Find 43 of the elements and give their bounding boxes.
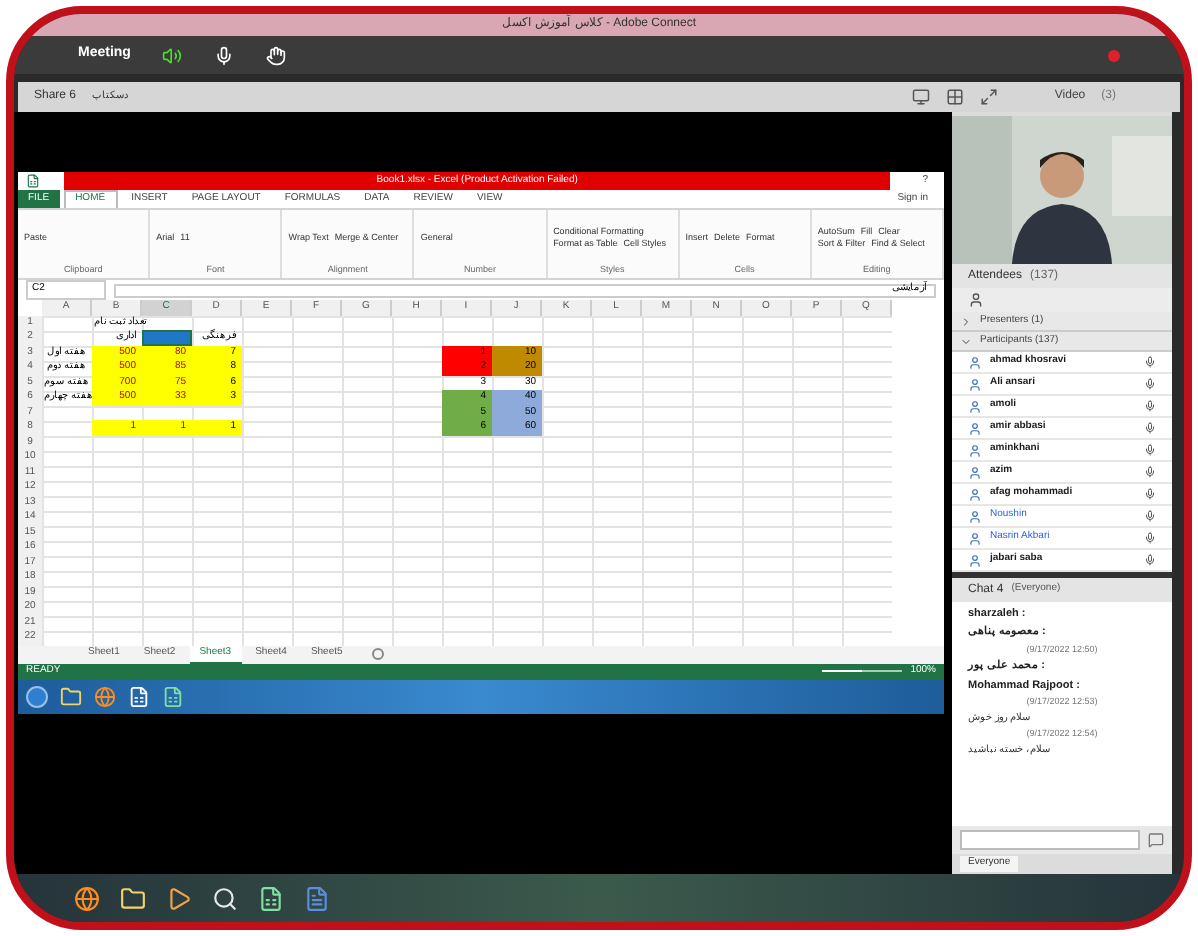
microphone-icon <box>1144 444 1156 456</box>
browser-icon[interactable] <box>94 685 116 707</box>
person-icon <box>968 487 982 501</box>
play-icon[interactable] <box>166 885 192 911</box>
microphone-icon <box>1144 422 1156 434</box>
person-icon <box>968 443 982 457</box>
chat-input-field[interactable] <box>960 830 1140 850</box>
add-sheet-icon[interactable] <box>372 648 385 660</box>
speaker-icon[interactable] <box>162 45 183 65</box>
spreadsheet-icon <box>26 174 40 188</box>
person-icon[interactable] <box>968 292 984 308</box>
person-icon <box>968 531 982 545</box>
microphone-icon <box>1144 554 1156 566</box>
person-icon <box>968 553 982 567</box>
person-icon <box>968 465 982 479</box>
folder-icon[interactable] <box>60 685 82 707</box>
person-icon <box>968 421 982 435</box>
microphone-icon[interactable] <box>214 45 235 65</box>
microphone-icon <box>1144 532 1156 544</box>
speech-bubble-icon[interactable] <box>1148 832 1164 848</box>
document-icon[interactable] <box>304 885 330 911</box>
fullscreen-icon[interactable] <box>980 88 999 106</box>
microphone-icon <box>1144 510 1156 522</box>
microphone-icon <box>1144 400 1156 412</box>
chevron-down-icon <box>960 335 972 347</box>
hand-icon[interactable] <box>266 45 287 65</box>
spreadsheet-icon[interactable] <box>162 685 184 707</box>
search-icon[interactable] <box>212 885 238 911</box>
grid-icon[interactable] <box>946 88 965 106</box>
microphone-icon <box>1144 466 1156 478</box>
globe-icon[interactable] <box>74 885 100 911</box>
person-icon <box>968 509 982 523</box>
person-icon <box>968 399 982 413</box>
person-icon <box>968 355 982 369</box>
microphone-icon <box>1144 378 1156 390</box>
spreadsheet-icon[interactable] <box>258 885 284 911</box>
monitor-icon[interactable] <box>912 88 931 106</box>
microphone-icon <box>1144 356 1156 368</box>
chevron-right-icon <box>960 315 972 327</box>
microphone-icon <box>1144 488 1156 500</box>
start-button[interactable] <box>26 685 48 707</box>
person-icon <box>968 377 982 391</box>
folder-icon[interactable] <box>120 885 146 911</box>
